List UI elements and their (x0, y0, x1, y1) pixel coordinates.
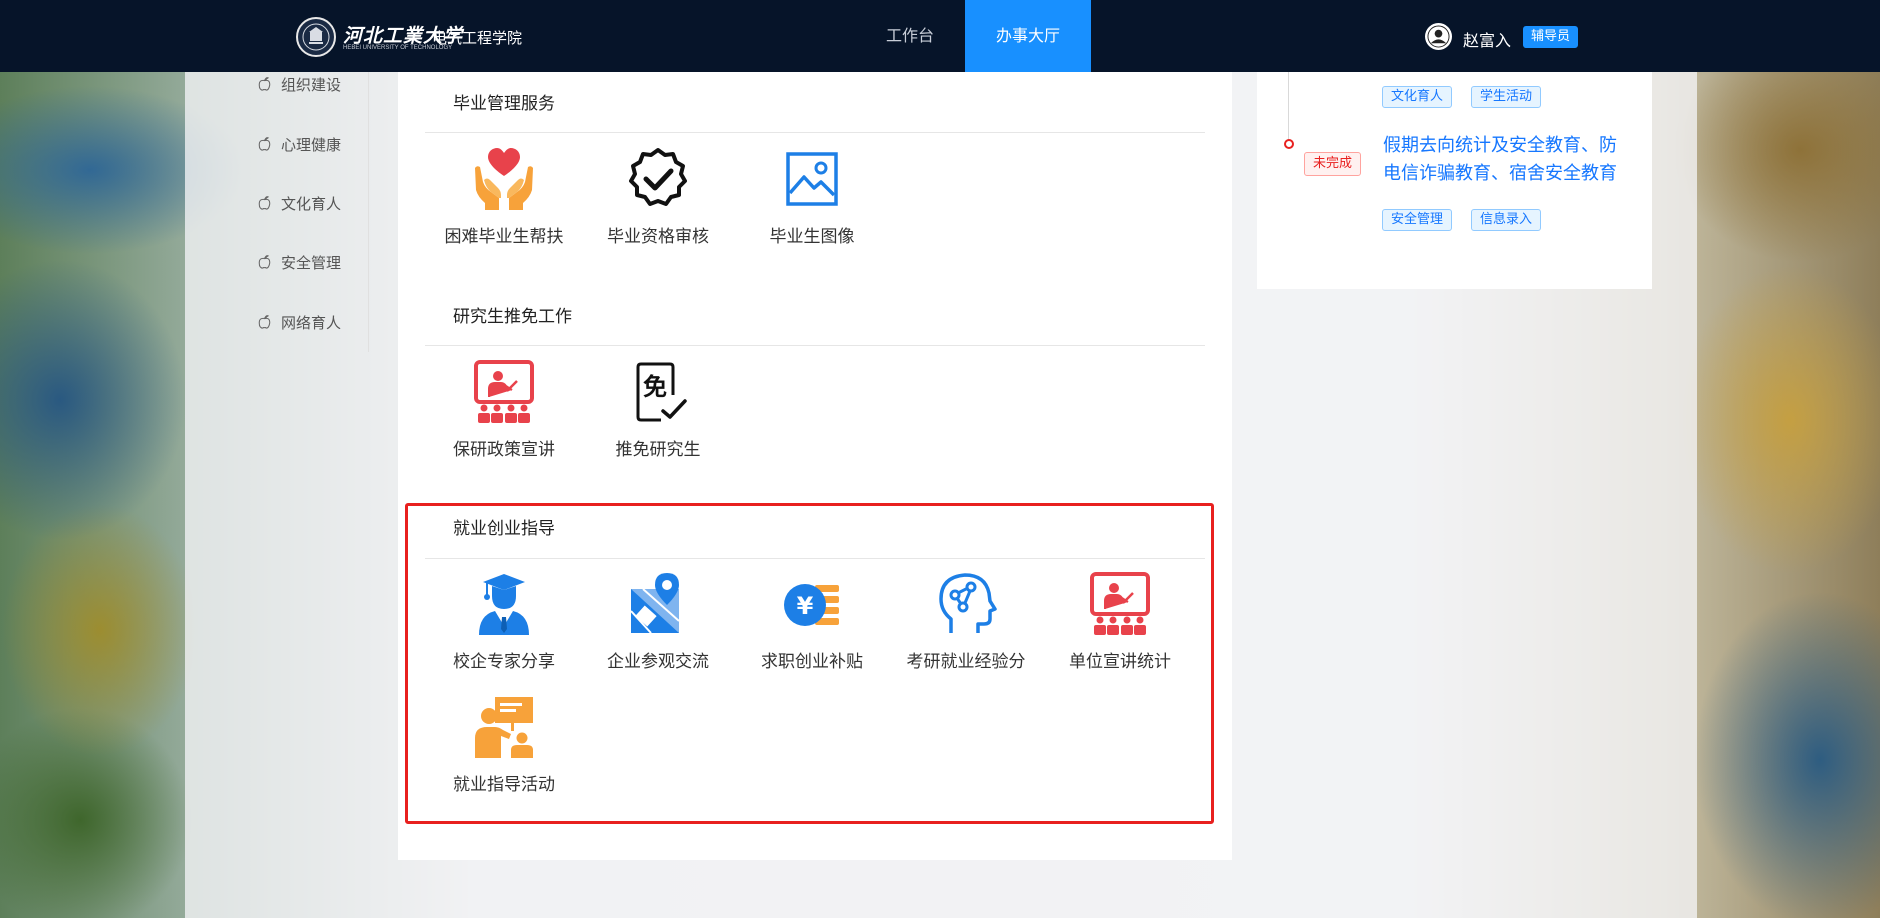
apple-icon (258, 255, 271, 269)
service-enterprise-visit[interactable]: 企业参观交流 (583, 571, 733, 672)
service-graduate-photo[interactable]: 毕业生图像 (737, 146, 887, 247)
service-label: 单位宣讲统计 (1069, 652, 1171, 672)
timeline-line (1288, 72, 1289, 145)
section-divider (425, 558, 1205, 559)
service-label: 毕业资格审核 (607, 227, 709, 247)
section-title-employment-guidance: 就业创业指导 (453, 519, 555, 539)
apple-icon (258, 137, 271, 151)
college-name: 电气工程学院 (432, 29, 523, 47)
task-timeline-panel: 文化育人 学生活动 未完成 假期去向统计及安全教育、防电信诈骗教育、宿舍安全教育… (1257, 72, 1652, 289)
apple-icon (258, 77, 271, 91)
service-label: 企业参观交流 (607, 652, 709, 672)
teaching-board-icon (475, 697, 533, 758)
section-title-postgrad-recommendation: 研究生推免工作 (453, 307, 572, 327)
nav-service-hall[interactable]: 办事大厅 (965, 0, 1091, 72)
service-employment-guidance-activity[interactable]: 就业指导活动 (429, 694, 579, 795)
sidebar-item-mental-health[interactable]: 心理健康 (258, 132, 341, 156)
user-name[interactable]: 赵富入 (1463, 27, 1511, 51)
presentation-icon (474, 360, 534, 423)
sidebar-item-label: 心理健康 (281, 135, 342, 154)
section-title-graduation: 毕业管理服务 (453, 94, 555, 114)
tag-culture: 文化育人 (1382, 86, 1453, 108)
verified-badge-icon (629, 148, 687, 206)
tag-security: 安全管理 (1382, 209, 1453, 231)
service-label: 毕业生图像 (769, 227, 855, 247)
sidebar-item-network[interactable]: 网络育人 (258, 310, 341, 334)
service-label: 困难毕业生帮扶 (444, 227, 564, 247)
service-exempt-postgrad[interactable]: 免 推免研究生 (583, 359, 733, 460)
tag-info-entry: 信息录入 (1471, 209, 1542, 231)
nav-workbench[interactable]: 工作台 (860, 0, 960, 72)
service-graduation-qualification-review[interactable]: 毕业资格审核 (583, 146, 733, 247)
sidebar-item-culture[interactable]: 文化育人 (258, 191, 341, 215)
service-label: 校企专家分享 (453, 652, 555, 672)
service-label: 求职创业补贴 (761, 652, 863, 672)
apple-icon (258, 315, 271, 329)
sidebar-item-label: 安全管理 (281, 253, 342, 272)
university-seal-icon (296, 17, 336, 57)
tag-student-activity: 学生活动 (1471, 86, 1542, 108)
service-label: 保研政策宣讲 (453, 440, 555, 460)
service-label: 推免研究生 (615, 440, 701, 460)
service-company-presentation-stats[interactable]: 单位宣讲统计 (1045, 571, 1195, 672)
role-badge: 辅导员 (1523, 26, 1579, 48)
user-avatar[interactable] (1425, 23, 1452, 50)
sidebar-item-organization[interactable]: 组织建设 (258, 72, 341, 96)
sidebar-item-label: 组织建设 (281, 75, 342, 94)
sidebar-divider (368, 72, 369, 352)
image-icon (786, 152, 838, 206)
service-label: 考研就业经验分 (906, 652, 1026, 672)
service-difficult-graduate-aid[interactable]: 困难毕业生帮扶 (429, 146, 579, 247)
service-exam-experience[interactable]: 考研就业经验分 (891, 571, 1041, 672)
hands-heart-icon (475, 148, 533, 210)
service-expert-sharing[interactable]: 校企专家分享 (429, 571, 579, 672)
svg-text:免: 免 (643, 373, 667, 401)
section-divider (425, 345, 1205, 346)
exempt-check-icon: 免 (636, 362, 687, 422)
service-job-subsidy[interactable]: ¥ 求职创业补贴 (737, 571, 887, 672)
service-panel: 毕业管理服务 困难毕业生帮扶 毕业资格审核 毕业生图像 研究生推免工作 保研政策… (398, 72, 1232, 860)
presentation-icon (1090, 572, 1150, 635)
task-title-link[interactable]: 假期去向统计及安全教育、防电信诈骗教育、宿舍安全教育 (1383, 132, 1633, 188)
sidebar-item-security[interactable]: 安全管理 (258, 250, 341, 274)
sidebar-item-label: 文化育人 (281, 194, 342, 213)
top-navigation-bar: 河北工業大学 HEBEI UNIVERSITY OF TECHNOLOGY 电气… (0, 0, 1880, 72)
brain-head-icon (939, 573, 997, 633)
sidebar-item-label: 网络育人 (281, 313, 342, 332)
service-postgrad-policy-lecture[interactable]: 保研政策宣讲 (429, 359, 579, 460)
section-divider (425, 132, 1205, 133)
graduate-icon (479, 574, 529, 635)
service-label: 就业指导活动 (453, 775, 555, 795)
timeline-dot (1284, 139, 1294, 149)
map-pin-icon (630, 573, 680, 634)
svg-text:¥: ¥ (797, 592, 814, 620)
apple-icon (258, 196, 271, 210)
status-badge: 未完成 (1304, 152, 1362, 176)
yuan-coin-icon: ¥ (784, 584, 839, 626)
